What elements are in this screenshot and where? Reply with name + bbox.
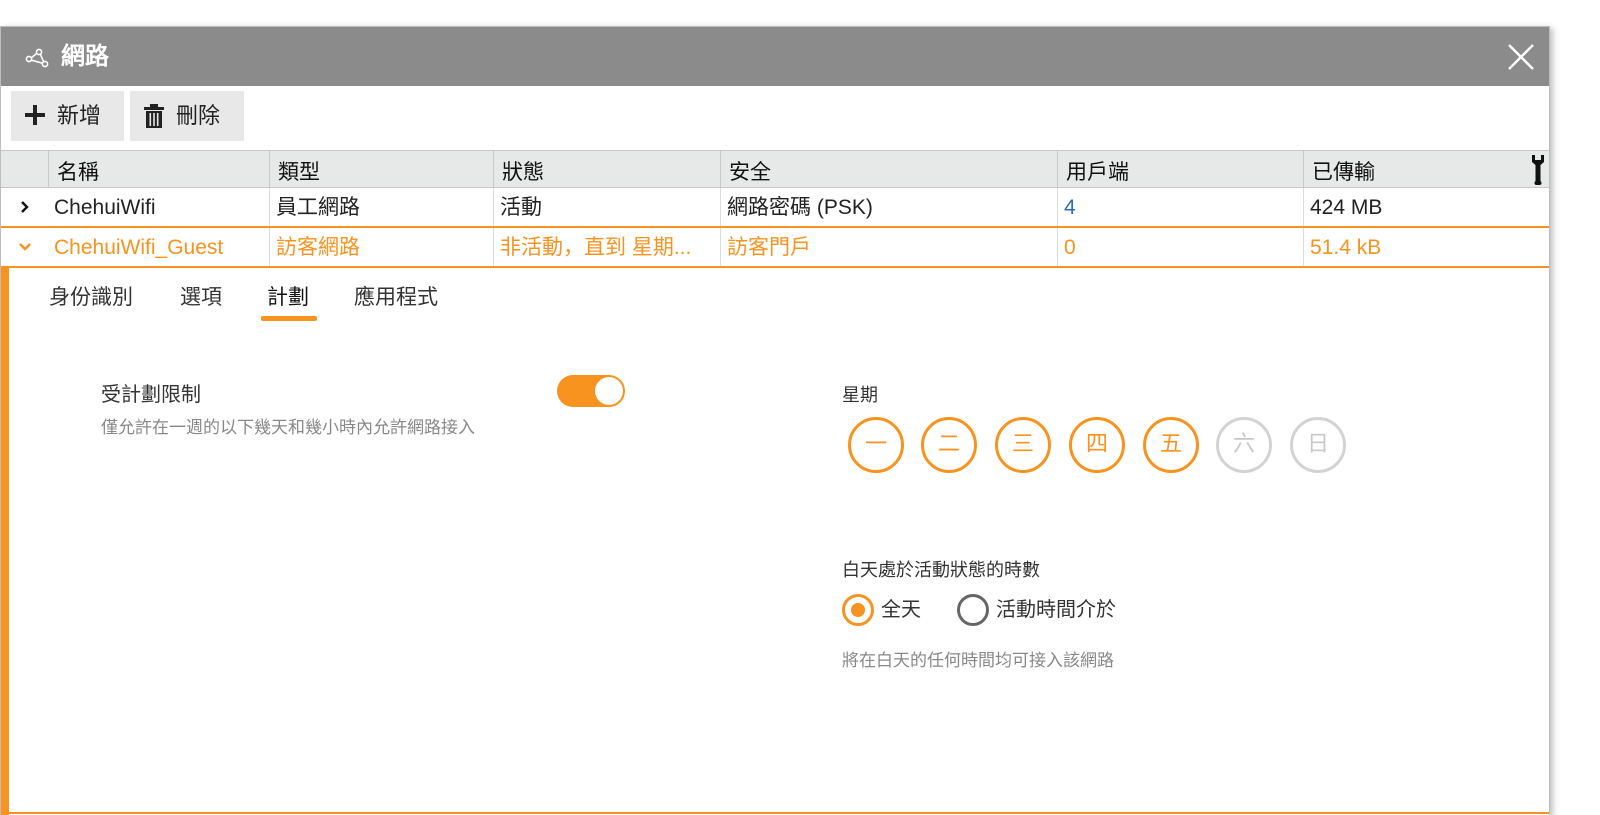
network-type: 員工網路 bbox=[269, 188, 493, 226]
schedule-toggle[interactable] bbox=[557, 375, 625, 407]
day-saturday-button[interactable]: 六 bbox=[1216, 417, 1272, 473]
wrench-icon[interactable] bbox=[1529, 154, 1547, 186]
tab-identity[interactable]: 身份識別 bbox=[49, 284, 133, 312]
network-transferred: 51.4 kB bbox=[1303, 228, 1549, 266]
network-security: 訪客門戶 bbox=[720, 228, 1057, 266]
table-row-selected[interactable]: ChehuiWifi_Guest 訪客網路 非活動，直到 星期... 訪客門戶 … bbox=[1, 228, 1549, 268]
day-sunday-button[interactable]: 日 bbox=[1290, 417, 1346, 473]
network-type: 訪客網路 bbox=[269, 228, 493, 266]
column-header-security[interactable]: 安全 bbox=[720, 151, 1057, 187]
toggle-knob bbox=[595, 377, 623, 405]
network-status: 活動 bbox=[493, 188, 720, 226]
chevron-right-icon[interactable] bbox=[17, 199, 33, 215]
day-monday-button[interactable]: 一 bbox=[848, 417, 904, 473]
active-between-radio[interactable] bbox=[957, 594, 989, 626]
networks-window: 網路 新增 刪除 名稱 類型 狀態 安全 用戶端 已傳輸 ChehuiWifi … bbox=[0, 26, 1550, 815]
active-tab-indicator bbox=[261, 316, 317, 321]
table-row[interactable]: ChehuiWifi 員工網路 活動 網路密碼 (PSK) 4 424 MB bbox=[1, 188, 1549, 228]
column-header-transferred[interactable]: 已傳輸 bbox=[1303, 151, 1549, 187]
day-thursday-button[interactable]: 四 bbox=[1069, 417, 1125, 473]
tab-schedule[interactable]: 計劃 bbox=[267, 284, 309, 312]
day-wednesday-button[interactable]: 三 bbox=[995, 417, 1051, 473]
column-header-type[interactable]: 類型 bbox=[269, 151, 493, 187]
network-status: 非活動，直到 星期... bbox=[493, 228, 720, 266]
close-icon[interactable] bbox=[1507, 43, 1535, 71]
active-hours-label: 白天處於活動狀態的時數 bbox=[842, 560, 1040, 580]
window-title: 網路 bbox=[61, 43, 109, 70]
network-security: 網路密碼 (PSK) bbox=[720, 188, 1057, 226]
schedule-restriction-label: 受計劃限制 bbox=[101, 384, 201, 406]
plus-icon bbox=[25, 105, 45, 125]
delete-button-label: 刪除 bbox=[176, 103, 221, 128]
add-button-label: 新增 bbox=[57, 103, 102, 128]
network-icon bbox=[25, 48, 49, 68]
column-header-name[interactable]: 名稱 bbox=[48, 151, 269, 187]
network-detail-panel: 身份識別 選項 計劃 應用程式 受計劃限制 僅允許在一週的以下幾天和幾小時內允許… bbox=[1, 268, 1549, 815]
network-name: ChehuiWifi bbox=[54, 196, 156, 219]
tab-options[interactable]: 選項 bbox=[180, 284, 222, 312]
table-header: 名稱 類型 狀態 安全 用戶端 已傳輸 bbox=[1, 150, 1549, 188]
column-header-clients[interactable]: 用戶端 bbox=[1057, 151, 1303, 187]
network-clients-link[interactable]: 4 bbox=[1057, 188, 1303, 226]
network-clients: 0 bbox=[1057, 228, 1303, 266]
delete-button[interactable]: 刪除 bbox=[130, 91, 244, 141]
network-name: ChehuiWifi_Guest bbox=[54, 236, 224, 259]
tab-applications[interactable]: 應用程式 bbox=[354, 284, 438, 312]
weekdays-label: 星期 bbox=[842, 385, 878, 405]
column-header-status[interactable]: 狀態 bbox=[493, 151, 720, 187]
day-tuesday-button[interactable]: 二 bbox=[921, 417, 977, 473]
chevron-down-icon[interactable] bbox=[17, 239, 33, 255]
title-bar: 網路 bbox=[1, 27, 1549, 86]
active-between-radio-label[interactable]: 活動時間介於 bbox=[996, 595, 1116, 625]
active-hours-description: 將在白天的任何時間均可接入該網路 bbox=[842, 651, 1114, 670]
trash-icon bbox=[144, 104, 164, 128]
all-day-radio-label[interactable]: 全天 bbox=[881, 595, 921, 625]
network-transferred: 424 MB bbox=[1303, 188, 1549, 226]
all-day-radio[interactable] bbox=[842, 594, 874, 626]
day-friday-button[interactable]: 五 bbox=[1143, 417, 1199, 473]
add-button[interactable]: 新增 bbox=[11, 91, 124, 141]
schedule-restriction-description: 僅允許在一週的以下幾天和幾小時內允許網路接入 bbox=[101, 418, 475, 437]
